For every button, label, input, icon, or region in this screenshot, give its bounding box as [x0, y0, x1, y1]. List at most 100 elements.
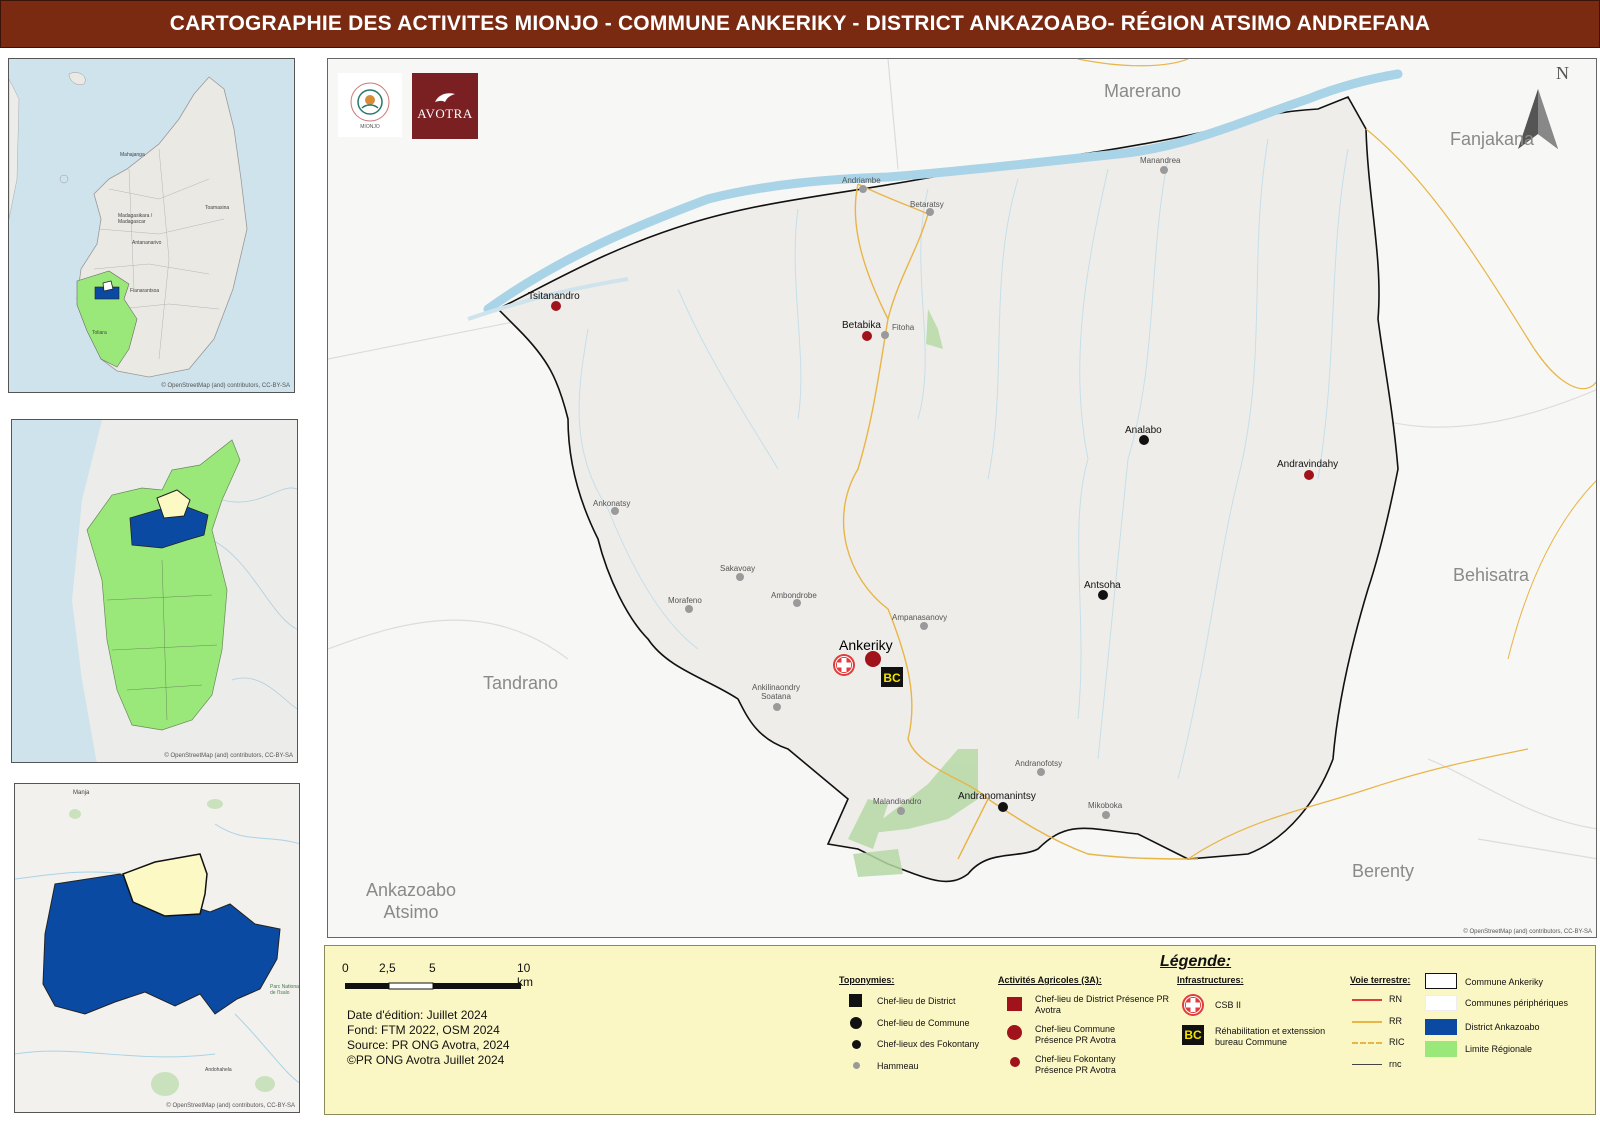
scale-tick-2-5: 2,5 — [379, 961, 396, 975]
avotra-logo: AVOTRA — [412, 73, 478, 139]
chef-commune-symbol — [850, 1017, 862, 1029]
label-ambondrobe: Ambondrobe — [771, 591, 817, 600]
svg-text:BC: BC — [883, 671, 901, 685]
label-morafeno: Morafeno — [668, 596, 702, 605]
mionjo-logo-text: MIONJO — [360, 124, 380, 130]
legend-toponymies-heading: Toponymies: — [839, 975, 895, 985]
ankeriky-point — [865, 651, 881, 667]
label-antsoha: Antsoha — [1084, 580, 1121, 591]
scale-tick-0: 0 — [342, 961, 349, 975]
act-district-symbol — [1007, 997, 1022, 1011]
legend-csb: CSB II — [1215, 1000, 1242, 1010]
rn-line — [1352, 999, 1382, 1001]
rnc-line — [1352, 1064, 1382, 1065]
label-analabo: Analabo — [1125, 425, 1162, 436]
label-tandrano: Tandrano — [483, 673, 559, 693]
legend-rnc: rnc — [1389, 1059, 1402, 1069]
inset3-label-andohahela: Andohahela — [205, 1067, 232, 1073]
legend-act-commune: Chef-lieu Commune Présence PR Avotra — [1035, 1024, 1116, 1045]
label-andravindahy: Andravindahy — [1277, 459, 1339, 470]
inset2-credit: © OpenStreetMap (and) contributors, CC-B… — [164, 753, 293, 759]
label-manandrea: Manandrea — [1140, 156, 1181, 165]
mada-label-country: Madagasikara / Madagascar — [118, 213, 153, 225]
label-tsitanandro: Tsitanandro — [528, 291, 580, 302]
legend-activites-heading: Activités Agricoles (3A): — [998, 975, 1102, 985]
main-map[interactable]: BC MIONJO AVOTRA N Marerano Fanjakana Be… — [327, 58, 1597, 938]
label-betabika: Betabika — [842, 320, 881, 331]
label-mikoboka: Mikoboka — [1088, 801, 1123, 810]
rr-line — [1352, 1021, 1382, 1023]
inset-credit: © OpenStreetMap (and) contributors, CC-B… — [161, 383, 290, 389]
inset-region: © OpenStreetMap (and) contributors, CC-B… — [11, 419, 298, 763]
legend-district: District Ankazoabo — [1465, 1022, 1540, 1032]
ric-line — [1352, 1042, 1382, 1044]
region-map — [12, 420, 297, 762]
main-credit: © OpenStreetMap (and) contributors, CC-B… — [1463, 929, 1592, 935]
edition-info: Date d'édition: Juillet 2024 Fond: FTM 2… — [347, 1008, 510, 1068]
bc-legend-icon: BC — [1182, 1025, 1204, 1045]
legend-title: Légende: — [1160, 953, 1232, 970]
chef-fokontany-symbol — [852, 1040, 861, 1049]
legend-panel: Légende: 0 2,5 5 10 km Date d'édition: J… — [324, 945, 1596, 1115]
legend-voie-heading: Voie terrestre: — [1350, 975, 1411, 985]
label-ankazoabo-atsimo: Ankazoabo Atsimo — [365, 880, 457, 922]
bc-icon: BC — [881, 667, 903, 687]
hamlet-symbol — [853, 1062, 860, 1069]
label-ankeriky: Ankeriky — [839, 637, 893, 653]
label-ankonatsy: Ankonatsy — [593, 499, 631, 508]
label-betaratsy: Betaratsy — [910, 200, 944, 209]
region-swatch — [1425, 1041, 1457, 1057]
legend-ric: RIC — [1389, 1037, 1405, 1047]
legend-commune-ankeriky: Commune Ankeriky — [1465, 977, 1544, 987]
commune-ankeriky-swatch — [1425, 973, 1457, 989]
scale-bar: 0 2,5 5 10 km — [342, 961, 535, 1001]
legend-hamlet: Hammeau — [877, 1061, 919, 1071]
legend-chef-fokontany: Chef-lieux des Fokontany — [877, 1039, 980, 1049]
edition-fond: Fond: FTM 2022, OSM 2024 — [347, 1023, 500, 1037]
mada-label-toamasina: Toamasina — [205, 205, 230, 211]
label-berenty: Berenty — [1352, 861, 1415, 881]
act-fokontany-symbol — [1010, 1057, 1020, 1067]
inset3-label-manja: Manja — [73, 790, 90, 796]
inset-district: Manja Parc National de l'Isalo Andohahel… — [14, 783, 300, 1113]
label-andranomanintsy: Andranomanintsy — [958, 791, 1036, 802]
legend-infra-heading: Infrastructures: — [1177, 975, 1244, 985]
label-ampanasanovy: Ampanasanovy — [892, 613, 948, 622]
label-andranofotsy: Andranofotsy — [1015, 759, 1063, 768]
act-commune-symbol — [1007, 1025, 1022, 1040]
chef-district-symbol — [849, 994, 862, 1007]
edition-date: Date d'édition: Juillet 2024 — [347, 1008, 488, 1022]
map-title: CARTOGRAPHIE DES ACTIVITES MIONJO - COMM… — [0, 0, 1600, 48]
edition-source: Source: PR ONG Avotra, 2024 — [347, 1038, 510, 1052]
legend-act-district: Chef-lieu de District Présence PR Avotra — [1035, 994, 1170, 1015]
legend-communes-peripheriques: Communes périphériques — [1465, 998, 1569, 1008]
legend-chef-commune: Chef-lieu de Commune — [877, 1018, 970, 1028]
legend-rr: RR — [1389, 1016, 1402, 1026]
main-map-canvas: BC — [328, 59, 1596, 937]
dove-icon — [435, 93, 455, 102]
scale-tick-5: 5 — [429, 961, 436, 975]
edition-copyright: ©PR ONG Avotra Juillet 2024 — [347, 1053, 505, 1067]
north-label: N — [1556, 63, 1569, 83]
label-fanjakana: Fanjakana — [1450, 129, 1535, 149]
csb-icon — [833, 654, 855, 676]
csb-legend-icon — [1182, 994, 1204, 1016]
inset3-credit: © OpenStreetMap (and) contributors, CC-B… — [166, 1103, 295, 1109]
scale-bar-graphic — [345, 982, 521, 990]
district-map — [15, 784, 299, 1112]
mada-label-antananarivo: Antananarivo — [132, 240, 162, 246]
mada-label-toliara: Toliara — [92, 330, 107, 336]
label-behisatra: Behisatra — [1453, 565, 1530, 585]
district-swatch — [1425, 1019, 1457, 1035]
legend-bureau-commune: Réhabilitation et extenssion bureau Comm… — [1215, 1026, 1326, 1047]
communes-peripheriques-swatch — [1425, 995, 1457, 1011]
mada-label-mahajanga: Mahajanga — [120, 152, 145, 158]
label-fitoha: Fitoha — [892, 323, 915, 332]
avotra-logo-text: AVOTRA — [417, 106, 473, 121]
legend-rn: RN — [1389, 994, 1402, 1004]
inset-madagascar: © OpenStreetMap (and) contributors, CC-B… — [8, 58, 295, 393]
mada-label-fianarantsoa: Fianarantsoa — [130, 288, 160, 294]
legend-limite-regionale: Limite Régionale — [1465, 1044, 1533, 1054]
legend-chef-district: Chef-lieu de District — [877, 996, 956, 1006]
mionjo-emblem-icon — [350, 82, 390, 122]
